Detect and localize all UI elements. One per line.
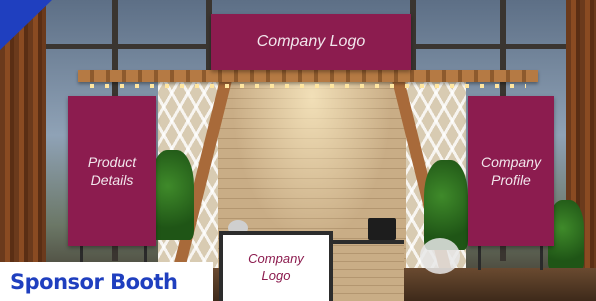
banner-stand	[478, 246, 481, 270]
banner-company-profile[interactable]: Company Profile	[468, 96, 554, 246]
reception-desk	[330, 240, 404, 301]
banner-top-text: Company Logo	[256, 32, 366, 50]
counter-text: Company Logo	[248, 251, 304, 283]
banner-top-company-logo[interactable]: Company Logo	[211, 14, 411, 70]
plant-left	[150, 150, 194, 240]
banner-product-details[interactable]: Product Details	[68, 96, 156, 246]
monitor	[368, 218, 396, 240]
pergola-beam	[78, 70, 538, 82]
string-lights	[90, 84, 526, 88]
sponsor-booth-label: Sponsor Booth	[0, 262, 213, 301]
banner-stand	[540, 246, 543, 270]
chair	[420, 238, 460, 274]
sponsor-booth-text: Sponsor Booth	[10, 269, 178, 294]
counter-company-logo[interactable]: Company Logo	[219, 231, 333, 301]
plant-right	[424, 160, 468, 250]
banner-left-text: Product Details	[87, 153, 137, 188]
banner-right-text: Company Profile	[481, 153, 541, 188]
booth-scene: Company Logo Product Details Company Pro…	[0, 0, 596, 301]
corner-accent	[0, 0, 52, 50]
